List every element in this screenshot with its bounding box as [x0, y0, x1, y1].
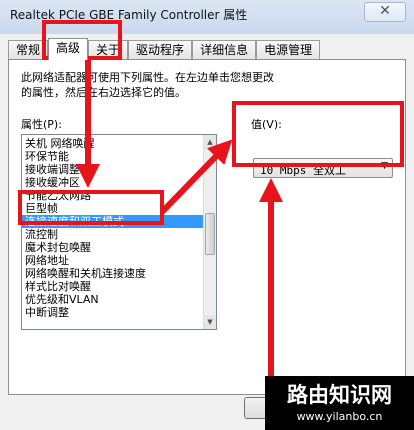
list-item[interactable]: 魔术封包唤醒 [22, 241, 204, 254]
tab-details[interactable]: 详细信息 [192, 40, 257, 60]
list-item[interactable]: 接收端调整 [22, 163, 204, 176]
tab-power-management[interactable]: 电源管理 [256, 40, 321, 60]
list-item[interactable]: 中断调整 [22, 306, 204, 319]
annotation-box [232, 101, 404, 167]
watermark-title: 路由知识网 [287, 382, 392, 407]
tab-driver[interactable]: 驱动程序 [128, 40, 193, 60]
list-item[interactable]: 网络地址 [22, 254, 204, 267]
watermark: 路由知识网 www.yilanbo.cn [265, 376, 414, 430]
list-item[interactable]: 网络唤醒和关机连接速度 [22, 267, 204, 280]
properties-dialog: 常规 高级 关于 驱动程序 详细信息 电源管理 此网络适配器可使用下列属性。在左… [0, 34, 414, 430]
list-item[interactable]: 环保节能 [22, 150, 204, 163]
listbox-scrollbar[interactable]: ▲ ▼ [203, 135, 216, 329]
property-list: 关机 网络唤醒 环保节能 接收端调整 接收缓冲区 节能乙太网路 巨型帧 连接速度… [22, 137, 204, 319]
scroll-down-icon[interactable]: ▼ [204, 315, 216, 329]
tab-strip: 常规 高级 关于 驱动程序 详细信息 电源管理 [8, 38, 321, 60]
list-item[interactable]: 优先级和VLAN [22, 293, 204, 306]
scrollbar-thumb[interactable] [205, 213, 215, 255]
list-item[interactable]: 关机 网络唤醒 [22, 137, 204, 150]
panel-description: 此网络适配器可使用下列属性。在左边单击您想更改的属性，然后在右边选择它的值。 [21, 71, 274, 99]
watermark-url: www.yilanbo.cn [296, 410, 383, 423]
scroll-up-icon[interactable]: ▲ [204, 135, 216, 149]
list-item[interactable]: 样式比对唤醒 [22, 280, 204, 293]
list-item[interactable]: 接收缓冲区 [22, 176, 204, 189]
annotation-box [18, 190, 164, 225]
property-label: 属性(P): [21, 118, 62, 131]
list-item[interactable]: 流控制 [22, 228, 204, 241]
close-button[interactable]: ✕ [364, 2, 406, 22]
property-listbox[interactable]: 关机 网络唤醒 环保节能 接收端调整 接收缓冲区 节能乙太网路 巨型帧 连接速度… [21, 134, 217, 330]
tab-advanced[interactable]: 高级 [48, 38, 89, 60]
close-icon: ✕ [379, 3, 391, 19]
